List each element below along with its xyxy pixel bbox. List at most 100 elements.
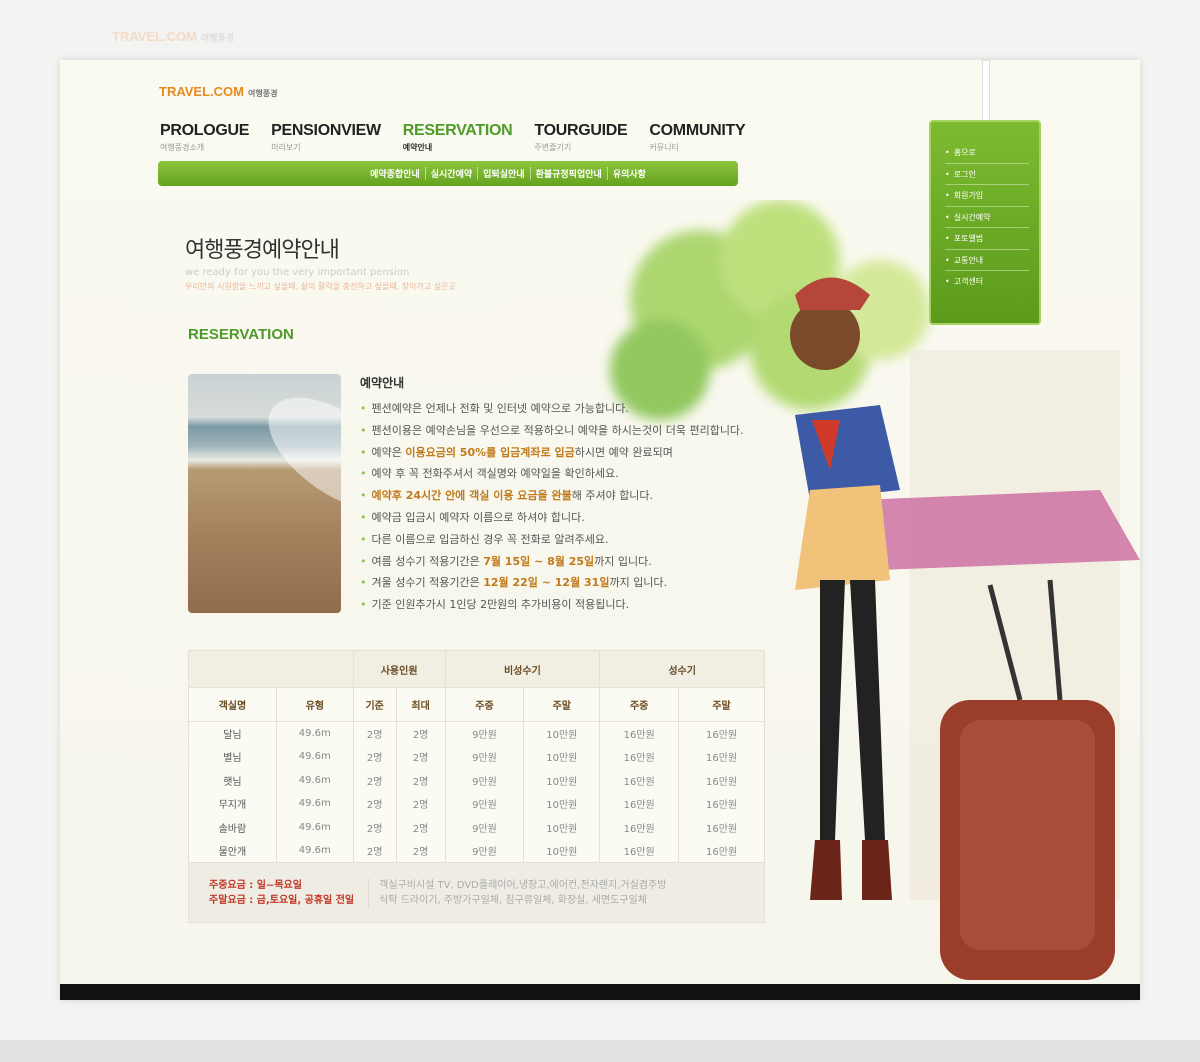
table-cell: 10만원 [523, 721, 601, 745]
table-cell: 2명 [352, 745, 397, 769]
table-cell: 2명 [395, 815, 446, 839]
side-menu-item[interactable]: 포토앨범 [945, 228, 1029, 250]
tagline-korean: 우리만의 시원함을 느끼고 싶을때, 삶의 활력을 충전하고 싶을때, 찾아가고… [185, 282, 456, 291]
table-cell: 별님 [188, 745, 277, 769]
logo[interactable]: TRAVEL.COM 여행풍경 [159, 84, 277, 99]
nav-item-reservation[interactable]: RESERVATION 예약안내 [403, 122, 513, 153]
table-row: 별님 49.6m 2명 2명 9만원 10만원 16만원 16만원 [188, 745, 765, 769]
table-cell: 솔바람 [188, 815, 277, 839]
table-cell: 2명 [395, 721, 446, 745]
table-cell: 49.6m [275, 768, 354, 792]
subnav-item[interactable]: 환불규정픽업안내 [529, 167, 607, 180]
awning-icon [860, 490, 1140, 570]
table-cell: 9만원 [444, 721, 525, 745]
bullet-icon: • [360, 423, 367, 437]
side-menu-item[interactable]: 교통안내 [945, 250, 1029, 271]
bullet-icon: • [360, 576, 367, 590]
ghost-logo-sub: 여행풍경 [200, 33, 235, 43]
table-cell: 49.6m [275, 839, 354, 863]
table-cell: 16만원 [599, 815, 680, 839]
price-table: 사용인원 비성수기 성수기 객실명 유형 기준 최대 주중 주말 주중 주말 달님 49.6m 2… [188, 650, 765, 923]
info-highlight: 예약후 24시간 안에 객실 이용 요금을 완불 [371, 489, 572, 503]
subnav-item[interactable]: 예약종합안내 [365, 167, 425, 180]
nav-title: PROLOGUE [160, 122, 250, 139]
table-cell: 9만원 [444, 768, 525, 792]
table-row: 햇님 49.6m 2명 2명 9만원 10만원 16만원 16만원 [188, 768, 765, 792]
logo-sub: 여행풍경 [247, 89, 278, 98]
table-cell: 49.6m [275, 792, 354, 816]
side-menu-item[interactable]: 고객센터 [945, 271, 1029, 293]
group-header: 성수기 [599, 650, 765, 688]
info-highlight: 12월 22일 ~ 12월 31일 [483, 576, 610, 590]
info-text: 까지 입니다. [594, 554, 652, 568]
nav-item-prologue[interactable]: PROLOGUE 여행풍경소개 [160, 122, 249, 153]
table-cell: 2명 [352, 792, 397, 816]
table-cell: 10만원 [523, 768, 601, 792]
note-weekday: 주중요금 : 일~목요일 [209, 879, 302, 891]
subnav-item[interactable]: 유의사항 [606, 167, 651, 180]
nav-item-community[interactable]: COMMUNITY 커뮤니티 [649, 122, 745, 153]
tagline: we ready for you the very important pens… [185, 267, 410, 278]
note-amenities-1: 객실구비시설 TV, DVD플레이어,냉장고,에어컨,전자렌지,거실겸주방 [379, 879, 667, 891]
table-cell: 10만원 [523, 792, 601, 816]
table-cell: 9만원 [444, 792, 525, 816]
info-item: • 펜션이용은 예약손님을 우선으로 적용하오니 예약을 하시는것이 더욱 편리합… [360, 420, 744, 442]
bullet-icon: • [360, 598, 367, 612]
subnav-item[interactable]: 실시간예약 [424, 167, 477, 180]
note-amenities-2: 식탁 드라이기, 주방가구일체, 침구류일체, 화장실, 세면도구일체 [379, 894, 647, 906]
nav-item-pensionview[interactable]: PENSIONVIEW 미리보기 [271, 122, 381, 153]
table-cell: 16만원 [599, 745, 680, 769]
nav-subtitle: 미리보기 [271, 143, 301, 152]
bottom-strip [0, 1040, 1200, 1062]
info-item: • 예약금 입금시 예약자 이름으로 하셔야 합니다. [360, 507, 744, 529]
info-text: 펜션예약은 언제나 전화 및 인터넷 예약으로 가능합니다. [371, 402, 629, 415]
ghost-logo: TRAVEL.COM 여행풍경 [112, 29, 234, 44]
info-item: • 예약후 24시간 안에 객실 이용 요금을 완불해 주셔야 합니다. [360, 485, 744, 507]
nav-title: COMMUNITY [649, 122, 746, 139]
nav-subtitle: 커뮤니티 [649, 143, 679, 152]
table-cell: 달님 [188, 721, 277, 745]
info-highlight: 7월 15일 ~ 8월 25일 [483, 554, 595, 568]
table-cell: 2명 [352, 768, 397, 792]
table-cell: 2명 [395, 839, 446, 863]
info-text: 예약금 입금시 예약자 이름으로 하셔야 합니다. [371, 510, 585, 524]
bullet-icon: • [360, 554, 367, 568]
column-header: 기준 [352, 687, 397, 722]
info-text: 까지 입니다. [609, 576, 668, 590]
group-header: 비성수기 [444, 650, 601, 688]
info-text: 다른 이름으로 입금하신 경우 꼭 전화로 알려주세요. [371, 532, 609, 546]
column-header: 최대 [395, 687, 446, 722]
table-cell: 10만원 [523, 815, 601, 839]
nav-subtitle: 예약안내 [402, 143, 433, 152]
info-highlight: 이용요금의 50%를 입금계좌로 입금 [405, 445, 575, 459]
column-header: 주중 [444, 687, 525, 722]
ghost-logo-brand: TRAVEL.COM [112, 29, 197, 44]
side-menu-item[interactable]: 로그인 [945, 164, 1029, 185]
subnav-item[interactable]: 입퇴실안내 [477, 167, 529, 180]
side-menu-item[interactable]: 회원가입 [945, 185, 1029, 207]
table-cell: 16만원 [599, 792, 680, 816]
info-list: • 펜션예약은 언제나 전화 및 인터넷 예약으로 가능합니다. • 펜션이용은 예… [360, 398, 744, 616]
side-menu-item[interactable]: 홈으로 [945, 142, 1029, 164]
bullet-icon: • [360, 510, 367, 524]
info-heading: 예약안내 [360, 376, 405, 390]
table-cell: 49.6m [275, 721, 354, 745]
table-cell: 물안개 [188, 839, 277, 863]
info-text: 하시면 예약 완료되며 [574, 445, 673, 459]
side-menu-item[interactable]: 실시간예약 [945, 207, 1029, 228]
table-row: 달님 49.6m 2명 2명 9만원 10만원 16만원 16만원 [188, 721, 765, 745]
table-cell: 2명 [352, 839, 397, 863]
tree-foliage-icon [610, 200, 930, 420]
bullet-icon: • [360, 489, 367, 503]
table-cell: 49.6m [275, 745, 354, 769]
nav-subtitle: 여행풍경소개 [160, 143, 205, 152]
table-row: 무지개 49.6m 2명 2명 9만원 10만원 16만원 16만원 [188, 792, 765, 816]
side-menu: 홈으로로그인회원가입실시간예약포토앨범교통안내고객센터 [929, 120, 1041, 325]
table-cell: 2명 [395, 768, 446, 792]
nav-item-tourguide[interactable]: TOURGUIDE 주변즐기기 [534, 122, 627, 153]
girl-hair [790, 300, 860, 370]
info-item: • 다른 이름으로 입금하신 경우 꼭 전화로 알려주세요. [360, 529, 744, 551]
page-card: TRAVEL.COM 여행풍경 PROLOGUE 여행풍경소개 PENSIONVIEW… [60, 60, 1140, 1000]
info-item: • 기준 인원추가시 1인당 2만원의 추가비용이 적용됩니다. [360, 594, 744, 616]
column-header: 객실명 [188, 687, 277, 722]
